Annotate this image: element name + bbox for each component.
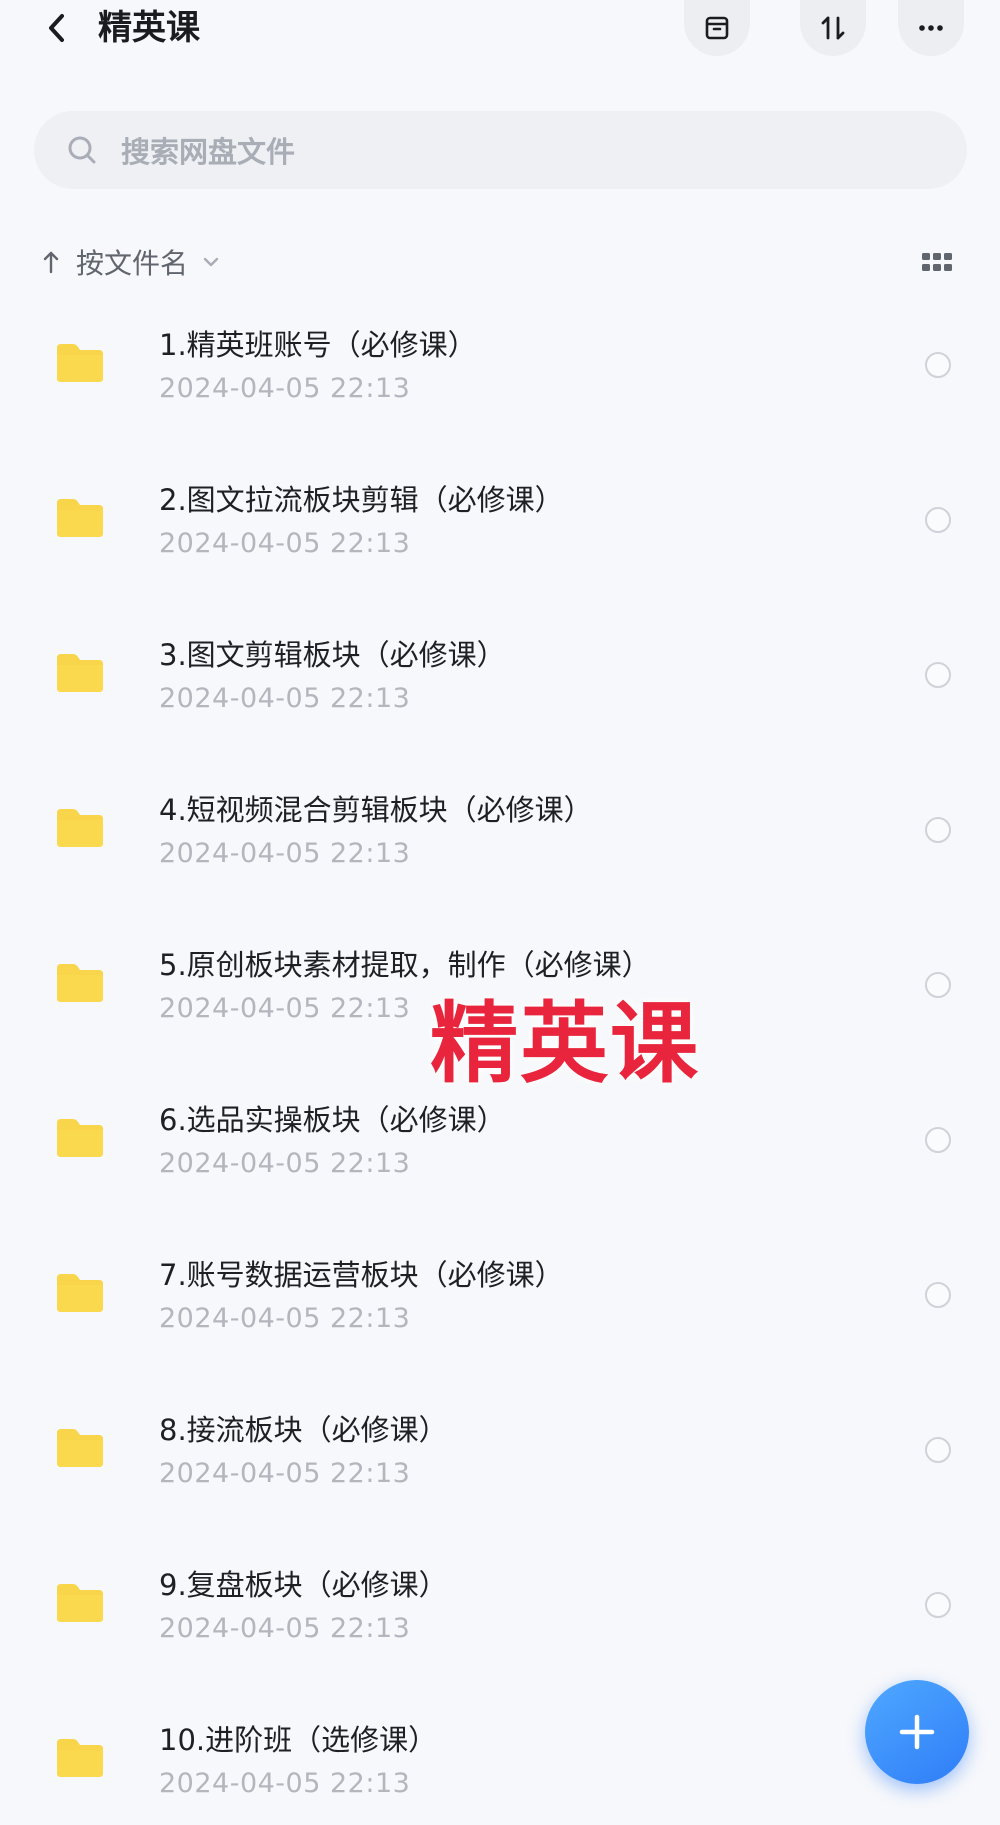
folder-icon (57, 1119, 103, 1157)
file-row[interactable]: 9.复盘板块（必修课） 2024-04-05 22:13 (0, 1540, 1000, 1695)
file-name: 3.图文剪辑板块（必修课） (159, 638, 506, 672)
header: 精英课 (0, 0, 1000, 56)
file-name: 5.原创板块素材提取，制作（必修课） (159, 948, 651, 982)
file-date: 2024-04-05 22:13 (159, 373, 411, 404)
folder-icon (57, 1584, 103, 1622)
archive-icon (705, 16, 729, 40)
file-row[interactable]: 1.精英班账号（必修课） 2024-04-05 22:13 (0, 300, 1000, 455)
file-row[interactable]: 7.账号数据运营板块（必修课） 2024-04-05 22:13 (0, 1230, 1000, 1385)
select-checkbox[interactable] (925, 1282, 951, 1308)
select-checkbox[interactable] (925, 1592, 951, 1618)
file-name: 9.复盘板块（必修课） (159, 1568, 448, 1602)
plus-icon (899, 1714, 935, 1750)
file-browser-page: 精英课 搜索网盘文件 按文件名 1.精英班账号（必修课） 2024-04-05 … (0, 0, 1000, 1825)
sort-selector[interactable]: 按文件名 (40, 240, 220, 284)
file-name: 8.接流板块（必修课） (159, 1413, 448, 1447)
file-row[interactable]: 4.短视频混合剪辑板块（必修课） 2024-04-05 22:13 (0, 765, 1000, 920)
more-button[interactable] (898, 0, 964, 56)
select-checkbox[interactable] (925, 972, 951, 998)
folder-icon (57, 344, 103, 382)
folder-icon (57, 964, 103, 1002)
folder-icon (57, 1429, 103, 1467)
file-date: 2024-04-05 22:13 (159, 1148, 411, 1179)
file-row[interactable]: 6.选品实操板块（必修课） 2024-04-05 22:13 (0, 1075, 1000, 1230)
add-button[interactable] (865, 1680, 969, 1784)
search-input[interactable]: 搜索网盘文件 (34, 111, 967, 189)
file-date: 2024-04-05 22:13 (159, 683, 411, 714)
select-checkbox[interactable] (925, 352, 951, 378)
more-icon (919, 25, 943, 31)
select-checkbox[interactable] (925, 507, 951, 533)
select-checkbox[interactable] (925, 1437, 951, 1463)
watermark-text: 精英课 (430, 992, 701, 1095)
file-date: 2024-04-05 22:13 (159, 993, 411, 1024)
sort-button[interactable] (800, 0, 866, 56)
file-row[interactable]: 2.图文拉流板块剪辑（必修课） 2024-04-05 22:13 (0, 455, 1000, 610)
file-date: 2024-04-05 22:13 (159, 1458, 411, 1489)
file-name: 10.进阶班（选修课） (159, 1723, 438, 1757)
page-title: 精英课 (98, 8, 200, 48)
arrow-up-icon (43, 251, 59, 274)
sort-label: 按文件名 (76, 247, 189, 280)
file-name: 1.精英班账号（必修课） (159, 328, 477, 362)
folder-icon (57, 1274, 103, 1312)
file-date: 2024-04-05 22:13 (159, 1613, 411, 1644)
search-placeholder: 搜索网盘文件 (121, 135, 296, 169)
chevron-down-icon (203, 257, 219, 267)
file-name: 6.选品实操板块（必修课） (159, 1103, 506, 1137)
file-row[interactable]: 10.进阶班（选修课） 2024-04-05 22:13 (0, 1695, 1000, 1825)
file-date: 2024-04-05 22:13 (159, 838, 411, 869)
file-date: 2024-04-05 22:13 (159, 1768, 411, 1799)
chevron-left-icon (49, 14, 64, 42)
file-row[interactable]: 8.接流板块（必修课） 2024-04-05 22:13 (0, 1385, 1000, 1540)
grid-view-icon[interactable] (920, 250, 954, 274)
folder-icon (57, 809, 103, 847)
folder-icon (57, 1739, 103, 1777)
folder-icon (57, 654, 103, 692)
select-checkbox[interactable] (925, 662, 951, 688)
file-name: 7.账号数据运营板块（必修课） (159, 1258, 564, 1292)
select-checkbox[interactable] (925, 817, 951, 843)
archive-button[interactable] (684, 0, 750, 56)
file-name: 2.图文拉流板块剪辑（必修课） (159, 483, 564, 517)
sort-swap-icon (821, 16, 845, 40)
back-button[interactable] (38, 8, 74, 48)
file-date: 2024-04-05 22:13 (159, 1303, 411, 1334)
select-checkbox[interactable] (925, 1127, 951, 1153)
file-date: 2024-04-05 22:13 (159, 528, 411, 559)
folder-icon (57, 499, 103, 537)
search-icon (68, 136, 96, 164)
file-name: 4.短视频混合剪辑板块（必修课） (159, 793, 593, 827)
file-row[interactable]: 3.图文剪辑板块（必修课） 2024-04-05 22:13 (0, 610, 1000, 765)
